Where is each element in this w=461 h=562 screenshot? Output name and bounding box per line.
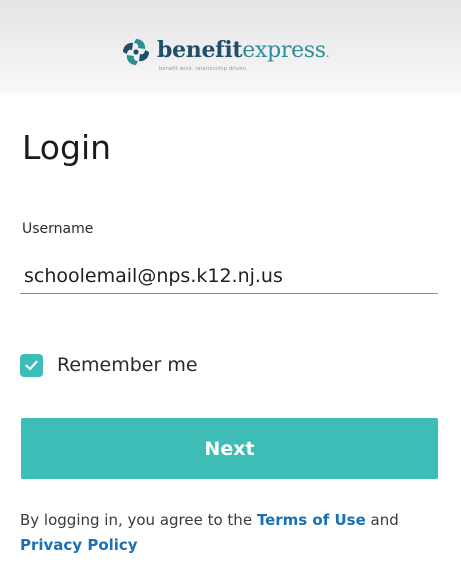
login-page: benefitexpress. benefit wise. relationsh… <box>0 0 461 562</box>
username-label: Username <box>22 221 94 237</box>
remember-me-checkbox[interactable]: Remember me <box>20 351 198 379</box>
brand-wordmark: benefitexpress. <box>157 37 330 66</box>
next-button[interactable]: Next <box>21 418 438 479</box>
privacy-policy-link[interactable]: Privacy Policy <box>20 536 138 554</box>
checkmark-icon <box>25 360 38 370</box>
header: benefitexpress. benefit wise. relationsh… <box>0 0 461 93</box>
legal-and: and <box>365 511 399 529</box>
benefitexpress-swirl-icon <box>123 39 149 65</box>
remember-me-label: Remember me <box>57 354 198 376</box>
brand-logo: benefitexpress. benefit wise. relationsh… <box>121 37 330 77</box>
brand-word-express: express <box>242 38 326 63</box>
page-title: Login <box>22 128 112 167</box>
checkbox-box[interactable] <box>20 353 43 377</box>
terms-of-use-link[interactable]: Terms of Use <box>257 511 366 529</box>
brand-dot: . <box>325 46 330 60</box>
brand-tagline: benefit wise. relationship driven. <box>159 66 248 72</box>
username-input[interactable] <box>20 258 438 294</box>
brand-word-benefit: benefit <box>157 37 243 63</box>
legal-notice: By logging in, you agree to the Terms of… <box>20 508 445 558</box>
legal-prefix: By logging in, you agree to the <box>20 511 257 529</box>
